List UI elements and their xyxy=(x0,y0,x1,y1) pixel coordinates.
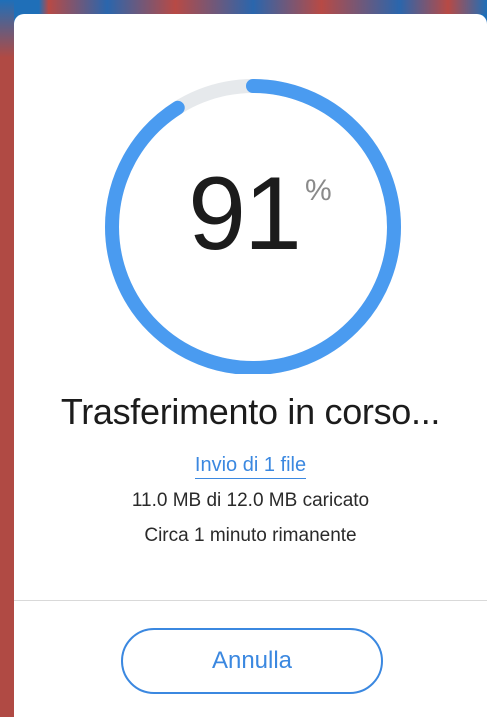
file-count-link[interactable]: Invio di 1 file xyxy=(194,454,307,479)
remaining-time-text: Circa 1 minuto rimanente xyxy=(144,525,357,546)
upload-size-text: 11.0 MB di 12.0 MB caricato xyxy=(131,490,370,511)
file-count-row: Invio di 1 file xyxy=(14,454,487,479)
upload-progress-dialog: 91 % Trasferimento in corso... Invio di … xyxy=(14,14,487,717)
progress-percent-value: 91 xyxy=(188,156,302,272)
background-window-left xyxy=(0,0,14,717)
dialog-divider xyxy=(14,600,487,601)
background-window-top xyxy=(0,0,487,14)
transfer-status-title: Trasferimento in corso... xyxy=(60,391,441,432)
cancel-button[interactable]: Annulla xyxy=(121,628,383,694)
progress-percent-sign: % xyxy=(305,174,332,207)
